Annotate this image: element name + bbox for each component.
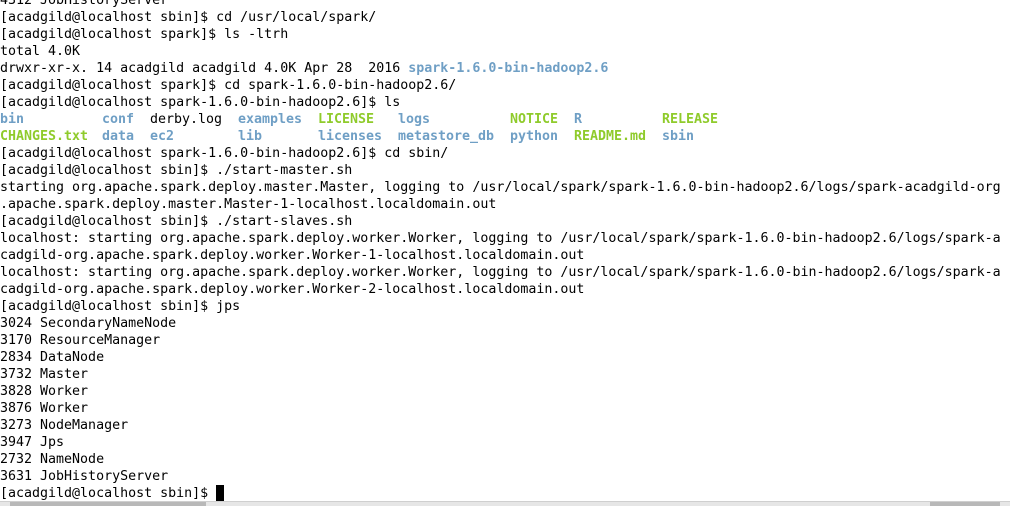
- process-line: 3828 Worker: [0, 384, 89, 399]
- prompt-line[interactable]: [acadgild@localhost sbin]$: [0, 485, 1010, 502]
- process-line: 3273 NodeManager: [0, 418, 129, 433]
- executable-entry: NOTICE: [510, 112, 559, 127]
- output-line: localhost: starting org.apache.spark.dep…: [0, 265, 1001, 280]
- directory-entry: data: [102, 129, 135, 144]
- command-line: [acadgild@localhost sbin]$ jps: [0, 299, 241, 314]
- command-line: [acadgild@localhost spark-1.6.0-bin-hado…: [0, 95, 401, 110]
- command-line: [acadgild@localhost sbin]$ ./start-maste…: [0, 163, 353, 178]
- directory-entry: spark-1.6.0-bin-hadoop2.6: [408, 61, 609, 76]
- ls-row: CHANGES.txt data ec2 lib licenses metast…: [0, 128, 1010, 145]
- process-line: 3732 Master: [0, 367, 89, 382]
- process-line: 2732 NameNode: [0, 452, 105, 467]
- directory-entry: python: [510, 129, 559, 144]
- listing-prefix: drwxr-xr-x. 14 acadgild acadgild 4.0K Ap…: [0, 61, 409, 76]
- terminal-output[interactable]: 4312 JobHistoryServer [acadgild@localhos…: [0, 0, 1010, 502]
- file-entry: derby.log: [150, 112, 223, 127]
- process-line: 3170 ResourceManager: [0, 333, 161, 348]
- executable-entry: RELEASE: [662, 112, 719, 127]
- process-line: 3947 Jps: [0, 435, 65, 450]
- directory-entry: R: [574, 112, 583, 127]
- output-line: drwxr-xr-x. 14 acadgild acadgild 4.0K Ap…: [0, 60, 1010, 77]
- directory-entry: conf: [102, 112, 135, 127]
- directory-entry: bin: [0, 112, 25, 127]
- scrollbar-thumb[interactable]: [10, 502, 206, 506]
- directory-entry: lib: [238, 129, 263, 144]
- ls-row: bin conf derby.log examples LICENSE logs…: [0, 111, 1010, 128]
- process-line: 3631 JobHistoryServer: [0, 469, 169, 484]
- output-line: cadgild-org.apache.spark.deploy.worker.W…: [0, 248, 585, 263]
- command-line: [acadgild@localhost sbin]$ cd /usr/local…: [0, 10, 377, 25]
- directory-entry: ec2: [150, 129, 175, 144]
- command-line: [acadgild@localhost spark-1.6.0-bin-hado…: [0, 146, 449, 161]
- scrollbar-thumb[interactable]: [930, 502, 1000, 506]
- directory-entry: sbin: [662, 129, 695, 144]
- directory-entry: licenses: [318, 129, 383, 144]
- process-line: 3024 SecondaryNameNode: [0, 316, 177, 331]
- process-line: 2834 DataNode: [0, 350, 105, 365]
- text-cursor: [216, 485, 225, 501]
- output-line: cadgild-org.apache.spark.deploy.worker.W…: [0, 282, 585, 297]
- directory-entry: logs: [398, 112, 431, 127]
- process-line: 3876 Worker: [0, 401, 89, 416]
- command-line: [acadgild@localhost sbin]$ ./start-slave…: [0, 214, 353, 229]
- command-line: [acadgild@localhost spark]$ cd spark-1.6…: [0, 78, 457, 93]
- output-line: starting org.apache.spark.deploy.master.…: [0, 180, 1001, 195]
- executable-entry: CHANGES.txt: [0, 129, 89, 144]
- output-line: localhost: starting org.apache.spark.dep…: [0, 231, 1001, 246]
- directory-entry: metastore_db: [398, 129, 495, 144]
- output-line: 4312 JobHistoryServer: [0, 0, 169, 8]
- directory-entry: examples: [238, 112, 303, 127]
- executable-entry: README.md: [574, 129, 647, 144]
- prompt: [acadgild@localhost sbin]$: [0, 486, 217, 501]
- output-line: total 4.0K: [0, 44, 81, 59]
- horizontal-scrollbar[interactable]: [0, 501, 1010, 506]
- command-line: [acadgild@localhost spark]$ ls -ltrh: [0, 27, 289, 42]
- executable-entry: LICENSE: [318, 112, 375, 127]
- output-line: .apache.spark.deploy.master.Master-1-loc…: [0, 197, 497, 212]
